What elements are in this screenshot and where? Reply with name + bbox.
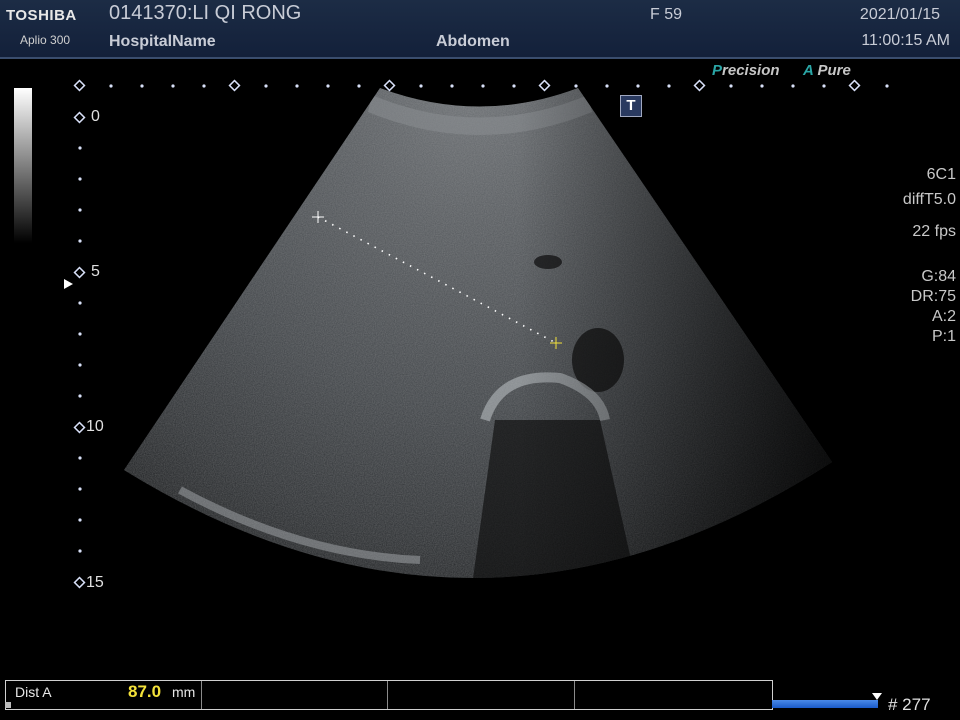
fps-readout: 22 fps: [912, 223, 956, 240]
focus-marker-icon[interactable]: [64, 279, 73, 289]
precision-badge: Precision: [712, 62, 780, 79]
measurement-cell-divider: [387, 681, 388, 709]
imaging-mode: diffT5.0: [902, 191, 956, 208]
depth-scale-markers: [73, 111, 86, 589]
gain-readout: G:84: [921, 268, 956, 285]
cine-progress-bar[interactable]: [772, 700, 878, 708]
measurement-cell-divider: [574, 681, 575, 709]
probe-label: 6C1: [926, 166, 956, 183]
depth-label-5: 5: [91, 263, 100, 280]
measurement-unit: mm: [172, 684, 196, 700]
frame-number: # 277: [888, 695, 931, 714]
depth-label-10: 10: [86, 418, 104, 435]
a-readout: A:2: [931, 308, 956, 325]
cine-position-marker-icon[interactable]: [872, 693, 882, 700]
apure-badge: A Pure: [803, 62, 851, 79]
measurement-panel: Dist A 87.0 mm: [5, 680, 773, 710]
lateral-scale: [73, 79, 889, 92]
measurement-label: Dist A: [15, 684, 52, 700]
dynamic-range-readout: DR:75: [910, 288, 956, 305]
text-annotation-button[interactable]: T: [620, 95, 642, 117]
depth-label-0: 0: [91, 108, 100, 125]
measurement-value: 87.0: [128, 682, 162, 701]
sector-scan: [124, 88, 832, 579]
grayscale-bar: [14, 88, 32, 243]
p-readout: P:1: [931, 328, 956, 345]
measurement-cell-divider: [201, 681, 202, 709]
ultrasound-image[interactable]: [0, 0, 960, 720]
depth-label-15: 15: [86, 574, 104, 591]
panel-corner-marker: [5, 702, 11, 708]
